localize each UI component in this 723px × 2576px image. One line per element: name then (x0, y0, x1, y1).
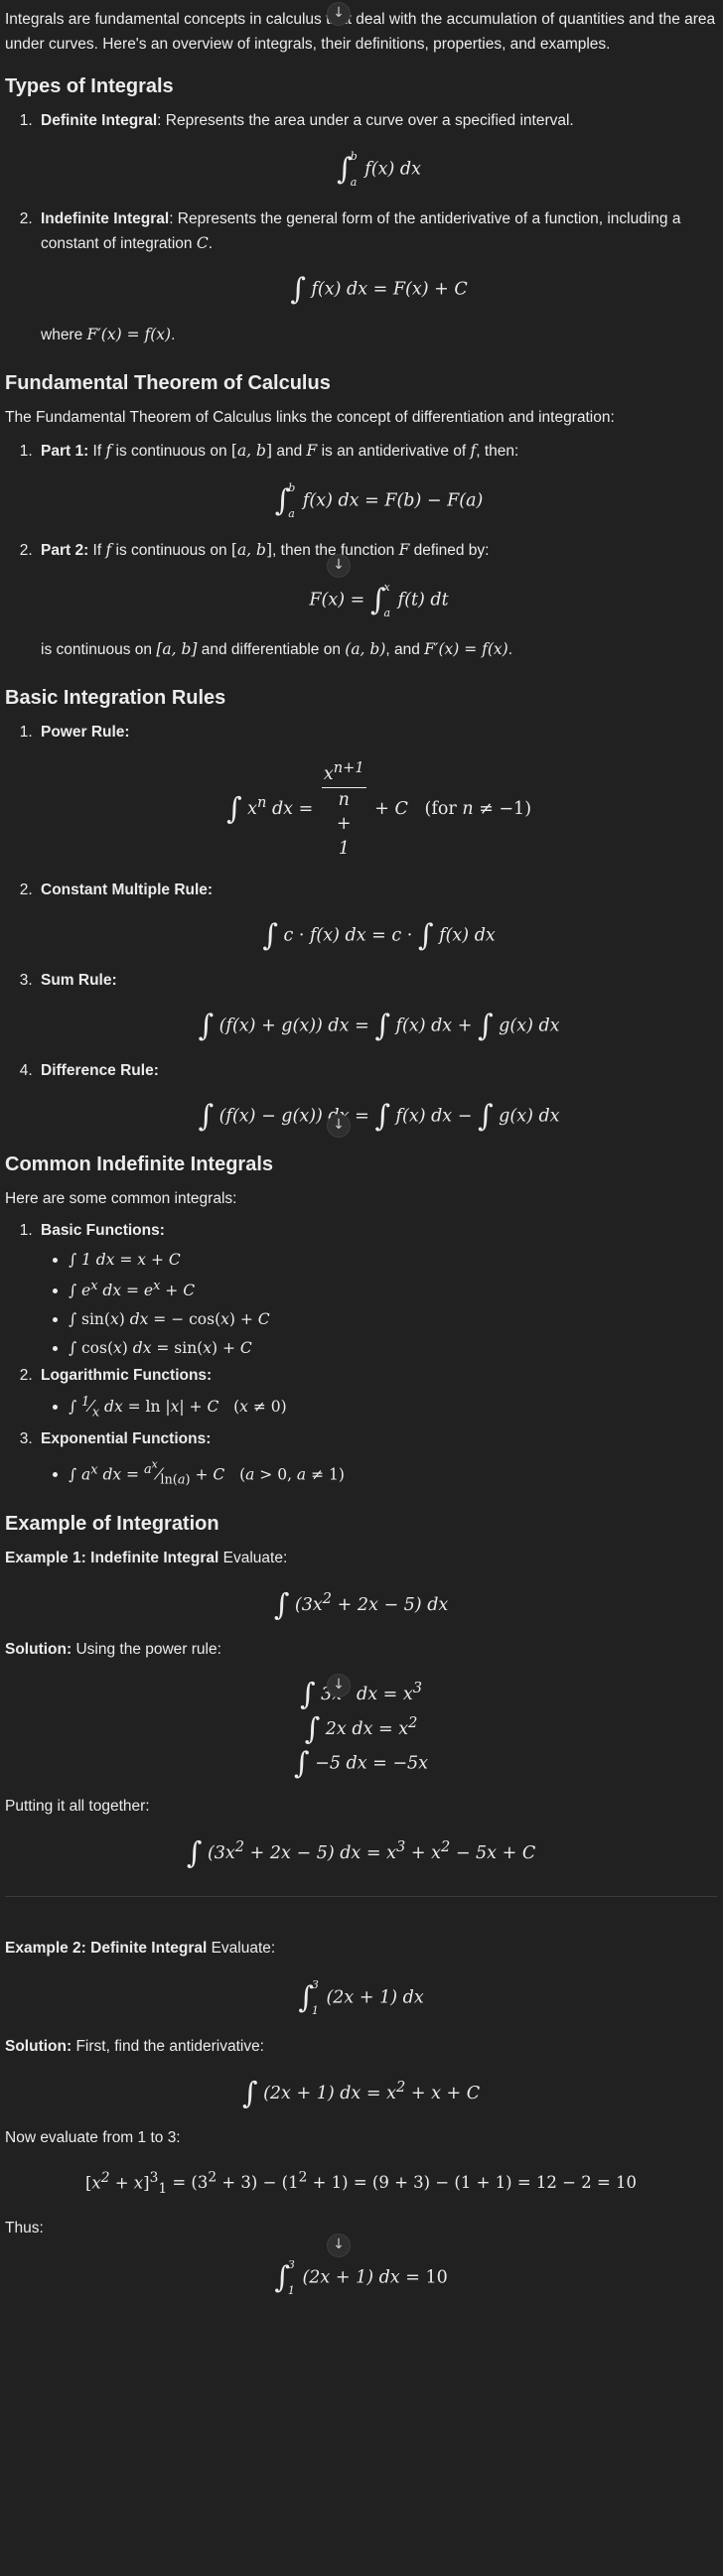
list-item: Basic Functions: ∫ 1 dx = x + C ∫ ex dx … (37, 1219, 717, 1360)
example2-label: Example 2: Definite Integral (5, 1939, 208, 1957)
formula-definite-integral: ∫ b a f(x) dx (337, 150, 421, 190)
together-text: Putting it all together: (5, 1797, 150, 1815)
list-item: Sum Rule: ∫ (f(x) + g(x)) dx = ∫ f(x) dx… (37, 969, 717, 1041)
section-heading-types: Types of Integrals (5, 74, 174, 97)
scroll-down-icon[interactable]: ↓ (327, 1114, 351, 1138)
list-item: Definite Integral: Represents the area u… (37, 109, 717, 190)
exp-functions-list: ∫ ax dx = ax⁄ln(a) + C (a > 0, a ≠ 1) (41, 1456, 717, 1491)
ftc-list: Part 1: If f is continuous on [a, b] and… (5, 439, 717, 663)
list-item: ∫ 1⁄x dx = ln |x| + C (x ≠ 0) (69, 1393, 717, 1424)
chat-message: Integrals are fundamental concepts in ca… (0, 0, 723, 2297)
section-heading-rules: Basic Integration Rules (5, 686, 226, 709)
rules-list: Power Rule: ∫ xn dx = xn+1n + 1 + C (for… (5, 721, 717, 1132)
section-heading-ftc: Fundamental Theorem of Calculus (5, 371, 331, 394)
list-item: Constant Multiple Rule: ∫ c · f(x) dx = … (37, 879, 717, 951)
formula-example2-result: ∫ 3 1 (2x + 1) dx = 10 (274, 2257, 448, 2297)
common-list: Basic Functions: ∫ 1 dx = x + C ∫ ex dx … (5, 1219, 717, 1491)
part2-label: Part 2: (41, 541, 89, 559)
log-functions-list: ∫ 1⁄x dx = ln |x| + C (x ≠ 0) (41, 1393, 717, 1424)
example1-label: Example 1: Indefinite Integral (5, 1550, 219, 1567)
basic-functions-label: Basic Functions: (41, 1222, 165, 1240)
now-eval-text: Now evaluate from 1 to 3: (5, 2129, 181, 2147)
common-intro: Here are some common integrals: (5, 1189, 237, 1207)
exp-functions-label: Exponential Functions: (41, 1430, 212, 1448)
definite-label: Definite Integral (41, 111, 158, 129)
types-list: Definite Integral: Represents the area u… (5, 109, 717, 348)
basic-functions-list: ∫ 1 dx = x + C ∫ ex dx = ex + C ∫ sin(x)… (41, 1248, 717, 1360)
list-item: Logarithmic Functions: ∫ 1⁄x dx = ln |x|… (37, 1364, 717, 1424)
formula-power-rule: ∫ xn dx = xn+1 n + 1 + C (for n ≠ −1) (225, 759, 532, 859)
formula-antiderivative: ∫ (2x + 1) dx = x2 + x + C (241, 2076, 481, 2111)
section-heading-common: Common Indefinite Integrals (5, 1152, 274, 1175)
ftc-intro: The Fundamental Theorem of Calculus link… (5, 408, 615, 426)
formula-indefinite-integral: ∫ f(x) dx = F(x) + C (290, 272, 468, 308)
solution1: Solution: Using the power rule: (5, 1638, 717, 1663)
list-item: Difference Rule: ∫ (f(x) − g(x)) dx = ∫ … (37, 1059, 717, 1132)
formula-example1: ∫ (3x2 + 2x − 5) dx (273, 1587, 449, 1623)
example2-intro: Example 2: Definite Integral Evaluate: (5, 1937, 717, 1962)
section-heading-example: Example of Integration (5, 1513, 219, 1536)
formula-difference-rule: ∫ (f(x) − g(x)) dx = ∫ f(x) dx − ∫ g(x) … (198, 1098, 560, 1134)
sum-rule-label: Sum Rule: (41, 971, 117, 989)
indefinite-label: Indefinite Integral (41, 209, 170, 227)
divider (5, 1895, 717, 1897)
formula-evaluation: [x2 + x]31 = (32 + 3) − (12 + 1) = (9 + … (84, 2169, 638, 2197)
solution1-text: Using the power rule: (72, 1641, 221, 1659)
scroll-down-icon[interactable]: ↓ (327, 2, 351, 26)
solution-label: Solution: (5, 2037, 72, 2055)
list-item: ∫ sin(x) dx = − cos(x) + C (69, 1307, 717, 1332)
example1-intro: Example 1: Indefinite Integral Evaluate: (5, 1547, 717, 1571)
list-item: ∫ 1 dx = x + C (69, 1248, 717, 1273)
evaluate-text: Evaluate: (207, 1939, 276, 1957)
where-text: where (41, 327, 87, 344)
list-item: ∫ ex dx = ex + C (69, 1277, 717, 1303)
list-item: Part 2: If f is continuous on [a, b], th… (37, 538, 717, 663)
log-functions-label: Logarithmic Functions: (41, 1367, 213, 1385)
formula-ftc-part2: F(x) = ∫ x a f(t) dt (309, 580, 449, 619)
definite-text: : Represents the area under a curve over… (157, 111, 574, 129)
list-item: Part 1: If f is continuous on [a, b] and… (37, 439, 717, 520)
formula-ftc-part1: ∫ b a f(x) dx = F(b) − F(a) (274, 480, 484, 520)
scroll-down-icon[interactable]: ↓ (327, 1674, 351, 1697)
formula-constant-rule: ∫ c · f(x) dx = c · ∫ f(x) dx (262, 917, 496, 953)
list-item: Power Rule: ∫ xn dx = xn+1n + 1 + C (for… (37, 721, 717, 862)
intro-paragraph: Integrals are fundamental concepts in ca… (5, 11, 716, 53)
list-item: ∫ ax dx = ax⁄ln(a) + C (a > 0, a ≠ 1) (69, 1456, 717, 1491)
scroll-down-icon[interactable]: ↓ (327, 2234, 351, 2257)
formula-example2: ∫ 3 1 (2x + 1) dx (298, 1977, 424, 2017)
solution2: Solution: First, find the antiderivative… (5, 2035, 717, 2060)
list-item: Indefinite Integral: Represents the gene… (37, 207, 717, 348)
formula-step-2: ∫ 2x dx = x2 (304, 1711, 418, 1747)
constant-rule-label: Constant Multiple Rule: (41, 881, 214, 899)
power-rule-label: Power Rule: (41, 723, 130, 741)
solution-label: Solution: (5, 1641, 72, 1659)
formula-sum-rule: ∫ (f(x) + g(x)) dx = ∫ f(x) dx + ∫ g(x) … (198, 1008, 560, 1043)
formula-example1-result: ∫ (3x2 + 2x − 5) dx = x3 + x2 − 5x + C (186, 1834, 536, 1870)
list-item: Exponential Functions: ∫ ax dx = ax⁄ln(a… (37, 1427, 717, 1491)
part1-label: Part 1: (41, 442, 89, 460)
list-item: ∫ cos(x) dx = sin(x) + C (69, 1336, 717, 1361)
scroll-down-icon[interactable]: ↓ (327, 554, 351, 578)
evaluate-text: Evaluate: (218, 1550, 288, 1567)
formula-step-1: ∫ 3x2 dx = x3 (299, 1677, 423, 1712)
difference-rule-label: Difference Rule: (41, 1061, 159, 1079)
formula-step-3: ∫ −5 dx = −5x (293, 1745, 429, 1781)
thus-text: Thus: (5, 2219, 44, 2237)
solution2-text: First, find the antiderivative: (72, 2037, 264, 2055)
